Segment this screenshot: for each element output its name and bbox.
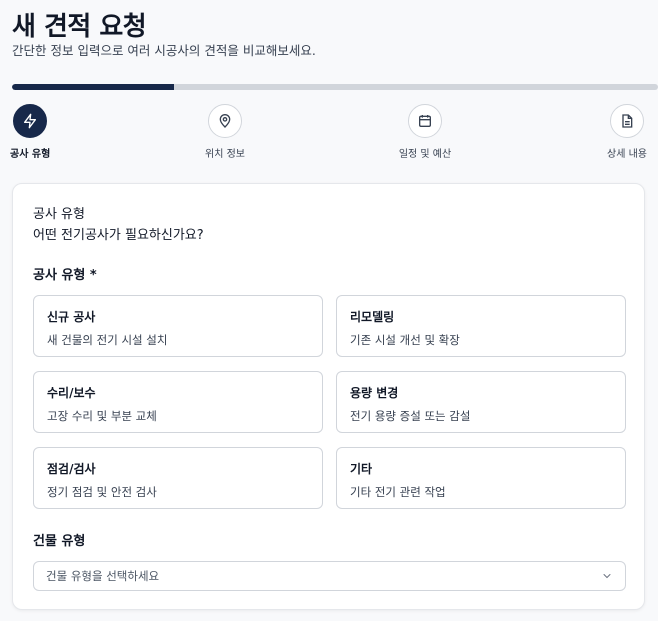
step-details-circle (610, 104, 644, 138)
option-desc: 전기 용량 증설 또는 감설 (350, 409, 471, 423)
option-title: 기타 (350, 462, 373, 476)
option-desc: 정기 점검 및 안전 검사 (47, 485, 157, 499)
option-inspection[interactable]: 점검/검사 정기 점검 및 안전 검사 (33, 447, 323, 509)
bolt-icon (24, 113, 36, 129)
page-title: 새 견적 요청 (12, 12, 147, 42)
step-work-type[interactable]: 공사 유형 (10, 104, 50, 160)
step-location[interactable]: 위치 정보 (198, 104, 252, 160)
option-title: 신규 공사 (47, 310, 96, 324)
building-type-label: 건물 유형 (33, 534, 86, 549)
work-type-label: 공사 유형 * (33, 268, 97, 283)
option-title: 점검/검사 (47, 462, 96, 476)
step-location-label: 위치 정보 (205, 149, 245, 160)
section-question: 어떤 전기공사가 필요하신가요? (33, 228, 204, 243)
option-capacity-change[interactable]: 용량 변경 전기 용량 증설 또는 감설 (336, 371, 626, 433)
document-icon (622, 114, 633, 128)
option-remodeling[interactable]: 리모델링 기존 시설 개선 및 확장 (336, 295, 626, 357)
step-location-circle (208, 104, 242, 138)
option-desc: 기존 시설 개선 및 확장 (350, 333, 460, 347)
form-card: 공사 유형 어떤 전기공사가 필요하신가요? 공사 유형 * 신규 공사 새 건… (12, 183, 645, 610)
option-desc: 새 건물의 전기 시설 설치 (47, 333, 168, 347)
step-work-type-label: 공사 유형 (10, 149, 51, 160)
map-pin-icon (219, 114, 231, 128)
building-type-placeholder: 건물 유형을 선택하세요 (46, 569, 160, 583)
option-new-construction[interactable]: 신규 공사 새 건물의 전기 시설 설치 (33, 295, 323, 357)
step-schedule-budget-label: 일정 및 예산 (398, 149, 452, 160)
building-type-select[interactable]: 건물 유형을 선택하세요 (33, 561, 626, 591)
step-work-type-circle (13, 104, 47, 138)
step-details-label: 상세 내용 (607, 149, 647, 160)
section-title: 공사 유형 (33, 207, 85, 222)
option-title: 리모델링 (350, 310, 395, 324)
page-subtitle: 간단한 정보 입력으로 여러 시공사의 견적을 비교해보세요. (12, 43, 316, 58)
option-repair[interactable]: 수리/보수 고장 수리 및 부분 교체 (33, 371, 323, 433)
step-details[interactable]: 상세 내용 (602, 104, 652, 160)
option-other[interactable]: 기타 기타 전기 관련 작업 (336, 447, 626, 509)
progress-bar (12, 84, 658, 90)
step-schedule-budget[interactable]: 일정 및 예산 (393, 104, 457, 160)
step-schedule-budget-circle (408, 104, 442, 138)
option-desc: 고장 수리 및 부분 교체 (47, 409, 157, 423)
option-title: 용량 변경 (350, 386, 399, 400)
chevron-down-icon (603, 574, 611, 579)
progress-bar-fill (12, 84, 174, 90)
option-title: 수리/보수 (47, 386, 96, 400)
calendar-icon (419, 115, 431, 127)
option-desc: 기타 전기 관련 작업 (350, 485, 446, 499)
